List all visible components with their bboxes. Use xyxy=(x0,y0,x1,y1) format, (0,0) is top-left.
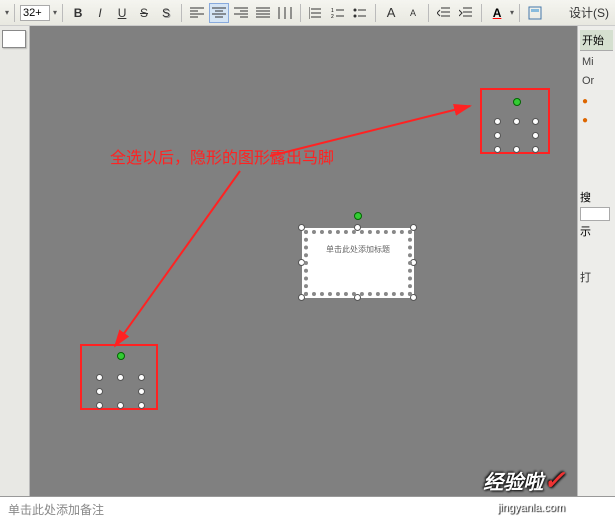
watermark-url: jingyanla.com xyxy=(498,502,565,514)
separator xyxy=(300,4,301,22)
decrease-font-icon[interactable]: A xyxy=(403,3,423,23)
rotate-handle-icon[interactable] xyxy=(513,98,521,106)
resize-handle[interactable] xyxy=(96,374,103,381)
align-justify-icon[interactable] xyxy=(253,3,273,23)
formatting-toolbar: ▾ 32+ ▾ B I U S S 12 A A A ▾ 设计(S) xyxy=(0,0,615,26)
title-textbox[interactable]: 单击此处添加标题 xyxy=(302,228,414,298)
main-area: 全选以后，隐形的图形露出马脚 xyxy=(0,26,615,496)
separator xyxy=(428,4,429,22)
strike-button[interactable]: S xyxy=(134,3,154,23)
slide-canvas[interactable]: 全选以后，隐形的图形露出马脚 xyxy=(30,26,577,496)
separator xyxy=(375,4,376,22)
hidden-shape-selection-1[interactable] xyxy=(480,88,550,154)
underline-button[interactable]: U xyxy=(112,3,132,23)
resize-handle[interactable] xyxy=(532,146,539,153)
decrease-indent-icon[interactable] xyxy=(434,3,454,23)
resize-handle[interactable] xyxy=(532,132,539,139)
svg-text:2: 2 xyxy=(331,14,334,19)
textbox-placeholder: 单击此处添加标题 xyxy=(312,238,404,288)
resize-handle[interactable] xyxy=(138,388,145,395)
increase-indent-icon[interactable] xyxy=(456,3,476,23)
align-center-icon[interactable] xyxy=(209,3,229,23)
resize-handle[interactable] xyxy=(494,132,501,139)
bold-button[interactable]: B xyxy=(68,3,88,23)
rotate-handle-icon[interactable] xyxy=(117,352,125,360)
show-label: 示 xyxy=(580,223,613,239)
italic-button[interactable]: I xyxy=(90,3,110,23)
hidden-shape-selection-2[interactable] xyxy=(80,344,158,410)
distribute-icon[interactable] xyxy=(275,3,295,23)
resize-handle[interactable] xyxy=(117,402,124,409)
dropdown-arrow-icon[interactable]: ▾ xyxy=(5,8,9,17)
slide-thumbnails-panel xyxy=(0,26,30,496)
resize-handle[interactable] xyxy=(513,118,520,125)
slide-thumbnail[interactable] xyxy=(2,30,26,48)
line-spacing-icon[interactable] xyxy=(306,3,326,23)
design-label[interactable]: 设计(S) xyxy=(569,4,611,21)
task-pane: 开始 Mi Or ● ● 搜 示 打 xyxy=(577,26,615,496)
check-icon: ✓ xyxy=(543,465,565,495)
bullet-item[interactable]: ● xyxy=(582,94,611,109)
separator xyxy=(181,4,182,22)
resize-handle[interactable] xyxy=(96,388,103,395)
search-input[interactable] xyxy=(580,207,610,221)
separator xyxy=(14,4,15,22)
search-section: 搜 示 xyxy=(580,189,613,239)
align-left-icon[interactable] xyxy=(187,3,207,23)
resize-handle[interactable] xyxy=(494,146,501,153)
rotate-handle-icon[interactable] xyxy=(354,212,362,220)
resize-handle[interactable] xyxy=(96,402,103,409)
font-size-input[interactable]: 32+ xyxy=(20,5,50,21)
annotation-text: 全选以后，隐形的图形露出马脚 xyxy=(110,144,334,168)
resize-handle[interactable] xyxy=(513,146,520,153)
resize-handle[interactable] xyxy=(138,402,145,409)
resize-handle[interactable] xyxy=(494,118,501,125)
font-color-icon[interactable]: A xyxy=(487,3,507,23)
align-right-icon[interactable] xyxy=(231,3,251,23)
increase-font-icon[interactable]: A xyxy=(381,3,401,23)
task-pane-text: Mi xyxy=(582,55,611,70)
number-list-icon[interactable]: 12 xyxy=(328,3,348,23)
dropdown-arrow-icon[interactable]: ▾ xyxy=(53,8,57,17)
task-pane-header[interactable]: 开始 xyxy=(580,30,613,51)
separator xyxy=(519,4,520,22)
task-pane-text: Or xyxy=(582,74,611,89)
dropdown-arrow-icon[interactable]: ▾ xyxy=(510,8,514,17)
annotation-arrow-2 xyxy=(100,166,250,356)
search-label: 搜 xyxy=(580,189,613,205)
separator xyxy=(481,4,482,22)
separator xyxy=(62,4,63,22)
bullet-item[interactable]: ● xyxy=(582,113,611,128)
design-icon[interactable] xyxy=(525,3,545,23)
resize-handle[interactable] xyxy=(138,374,145,381)
shadow-button[interactable]: S xyxy=(156,3,176,23)
watermark: 经验啦✓ xyxy=(483,465,565,496)
bullet-list-icon[interactable] xyxy=(350,3,370,23)
resize-handle[interactable] xyxy=(532,118,539,125)
open-label[interactable]: 打 xyxy=(580,269,613,285)
resize-handle[interactable] xyxy=(117,374,124,381)
